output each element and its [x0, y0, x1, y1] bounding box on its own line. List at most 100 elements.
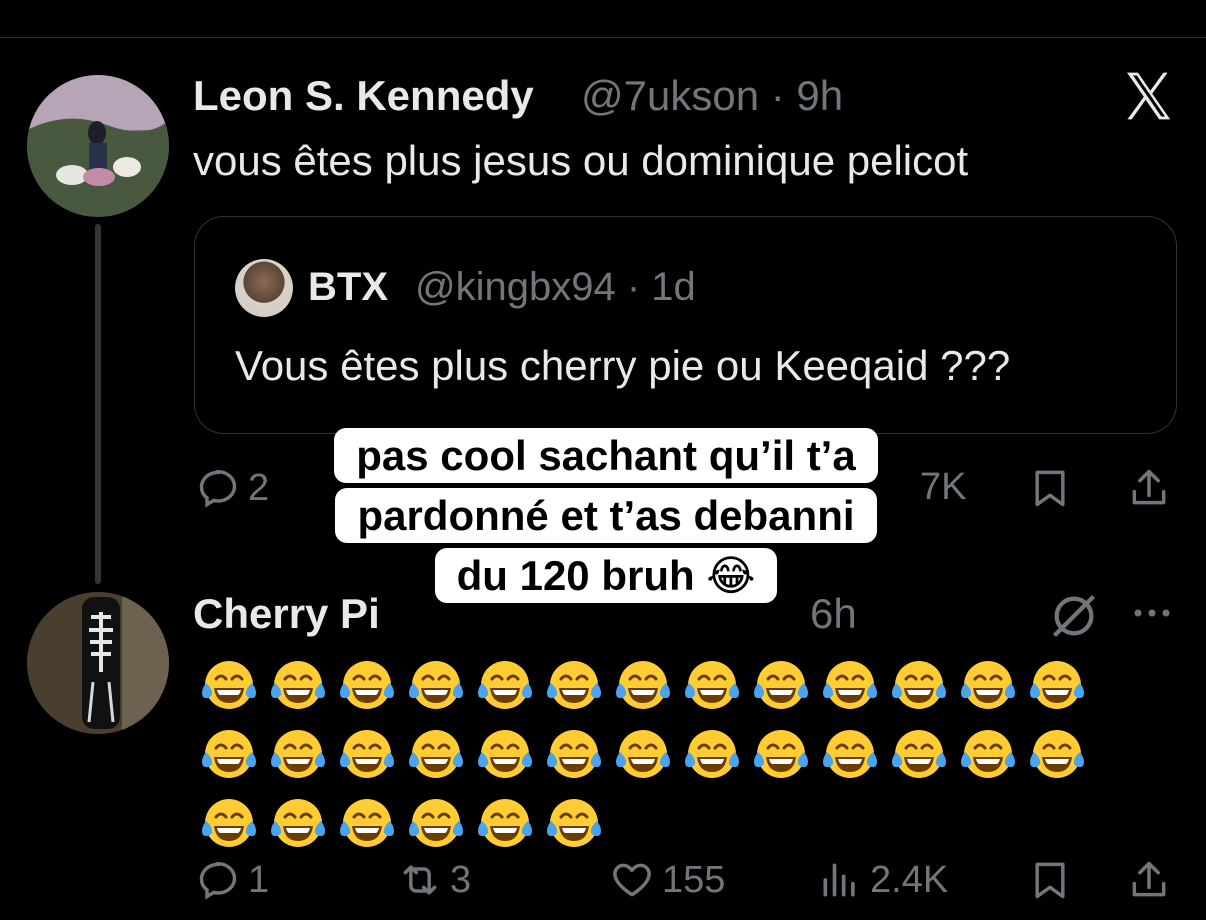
tears-of-joy-emoji-icon	[753, 660, 808, 709]
emoji	[884, 650, 953, 719]
reply-button[interactable]: 1	[196, 858, 269, 902]
quote-tweet-card[interactable]	[194, 216, 1177, 434]
tears-of-joy-emoji-icon	[339, 798, 394, 847]
emoji	[194, 788, 263, 857]
retweet-count: 3	[450, 858, 472, 901]
avatar-cherry-pie[interactable]	[27, 592, 169, 734]
tears-of-joy-emoji-icon	[477, 729, 532, 778]
quote-author-handle-time[interactable]: @kingbx94 · 1d	[415, 265, 696, 310]
emoji	[332, 788, 401, 857]
views-icon	[823, 863, 855, 897]
views-button[interactable]: 2.4K	[818, 858, 948, 902]
emoji	[263, 788, 332, 857]
tears-of-joy-emoji-icon	[1029, 660, 1084, 709]
tears-of-joy-emoji-icon	[201, 798, 256, 847]
tears-of-joy-emoji-icon	[684, 660, 739, 709]
author-handle-time[interactable]: @7ukson · 9h	[581, 72, 843, 120]
reply-count: 2	[248, 466, 270, 509]
emoji	[470, 650, 539, 719]
share-icon	[1132, 861, 1166, 897]
x-logo-icon	[1127, 72, 1171, 120]
overlay-line: pas cool sachant qu’il t’a	[334, 428, 878, 483]
tears-of-joy-emoji-icon	[408, 660, 463, 709]
tears-of-joy-emoji-icon	[960, 660, 1015, 709]
overlay-line: du 120 bruh 😂	[434, 548, 778, 603]
retweet-icon	[403, 865, 437, 895]
bookmark-button[interactable]	[1028, 858, 1072, 902]
avatar-btx[interactable]	[235, 259, 293, 317]
tears-of-joy-emoji-icon	[270, 798, 325, 847]
reply-count: 1	[248, 858, 270, 901]
emoji	[263, 650, 332, 719]
emoji	[953, 650, 1022, 719]
like-count: 155	[662, 858, 726, 901]
emoji	[1022, 650, 1091, 719]
avatar-leon[interactable]	[27, 75, 169, 217]
like-button[interactable]: 155	[610, 858, 725, 902]
tweet-emoji-text	[194, 650, 1094, 857]
reply-button[interactable]: 2	[196, 466, 269, 510]
share-button[interactable]	[1127, 466, 1171, 510]
emoji	[401, 650, 470, 719]
tears-of-joy-emoji-icon	[546, 729, 601, 778]
grok-icon[interactable]	[1048, 590, 1100, 642]
emoji	[953, 719, 1022, 788]
emoji	[608, 719, 677, 788]
tears-of-joy-emoji-icon	[477, 798, 532, 847]
overlay-caption: pas cool sachant qu’il t’a pardonné et t…	[286, 426, 926, 606]
emoji	[746, 719, 815, 788]
emoji-row	[194, 719, 1094, 788]
retweet-button[interactable]: 3	[398, 858, 471, 902]
emoji	[401, 719, 470, 788]
emoji	[539, 788, 608, 857]
tears-of-joy-emoji-icon	[615, 660, 670, 709]
quote-author-name[interactable]: BTX	[308, 265, 388, 310]
tears-of-joy-emoji-icon	[477, 660, 532, 709]
bookmark-icon	[1035, 862, 1065, 899]
emoji-row	[194, 650, 1094, 719]
more-icon[interactable]	[1130, 598, 1174, 628]
reply-icon	[199, 469, 237, 508]
emoji	[470, 788, 539, 857]
tears-of-joy-emoji-icon	[1029, 729, 1084, 778]
tears-of-joy-emoji-icon	[339, 660, 394, 709]
quote-text: Vous êtes plus cherry pie ou Keeqaid ???	[235, 342, 1011, 389]
emoji	[539, 650, 608, 719]
author-name[interactable]: Leon S. Kennedy	[193, 72, 534, 120]
views-count: 2.4K	[870, 858, 949, 901]
tears-of-joy-emoji-icon	[891, 729, 946, 778]
heart-icon	[613, 863, 651, 897]
emoji	[815, 719, 884, 788]
emoji	[608, 650, 677, 719]
tears-of-joy-emoji-icon	[270, 660, 325, 709]
emoji	[1022, 719, 1091, 788]
emoji	[677, 719, 746, 788]
tears-of-joy-emoji-icon	[960, 729, 1015, 778]
share-icon	[1132, 469, 1166, 505]
share-button[interactable]	[1127, 858, 1171, 902]
emoji	[194, 719, 263, 788]
tears-of-joy-emoji-icon	[546, 798, 601, 847]
overlay-line: pardonné et t’as debanni	[335, 488, 877, 543]
views-count: 7K	[920, 466, 967, 508]
emoji-row	[194, 788, 1094, 857]
tears-of-joy-emoji-icon	[753, 729, 808, 778]
emoji	[332, 650, 401, 719]
tweet-text: vous êtes plus jesus ou dominique pelico…	[193, 137, 969, 184]
tears-of-joy-emoji-icon	[408, 798, 463, 847]
emoji	[332, 719, 401, 788]
tears-of-joy-emoji-icon	[822, 660, 877, 709]
tears-of-joy-emoji-icon	[822, 729, 877, 778]
bookmark-button[interactable]	[1028, 466, 1072, 510]
tears-of-joy-emoji-icon	[201, 729, 256, 778]
tears-of-joy-emoji-icon	[270, 729, 325, 778]
emoji	[815, 650, 884, 719]
tears-of-joy-emoji-icon	[546, 660, 601, 709]
avatar-photo	[27, 75, 169, 217]
tears-of-joy-emoji-icon	[408, 729, 463, 778]
emoji	[194, 650, 263, 719]
emoji	[746, 650, 815, 719]
emoji	[677, 650, 746, 719]
top-divider	[0, 37, 1206, 38]
tears-of-joy-emoji-icon	[615, 729, 670, 778]
